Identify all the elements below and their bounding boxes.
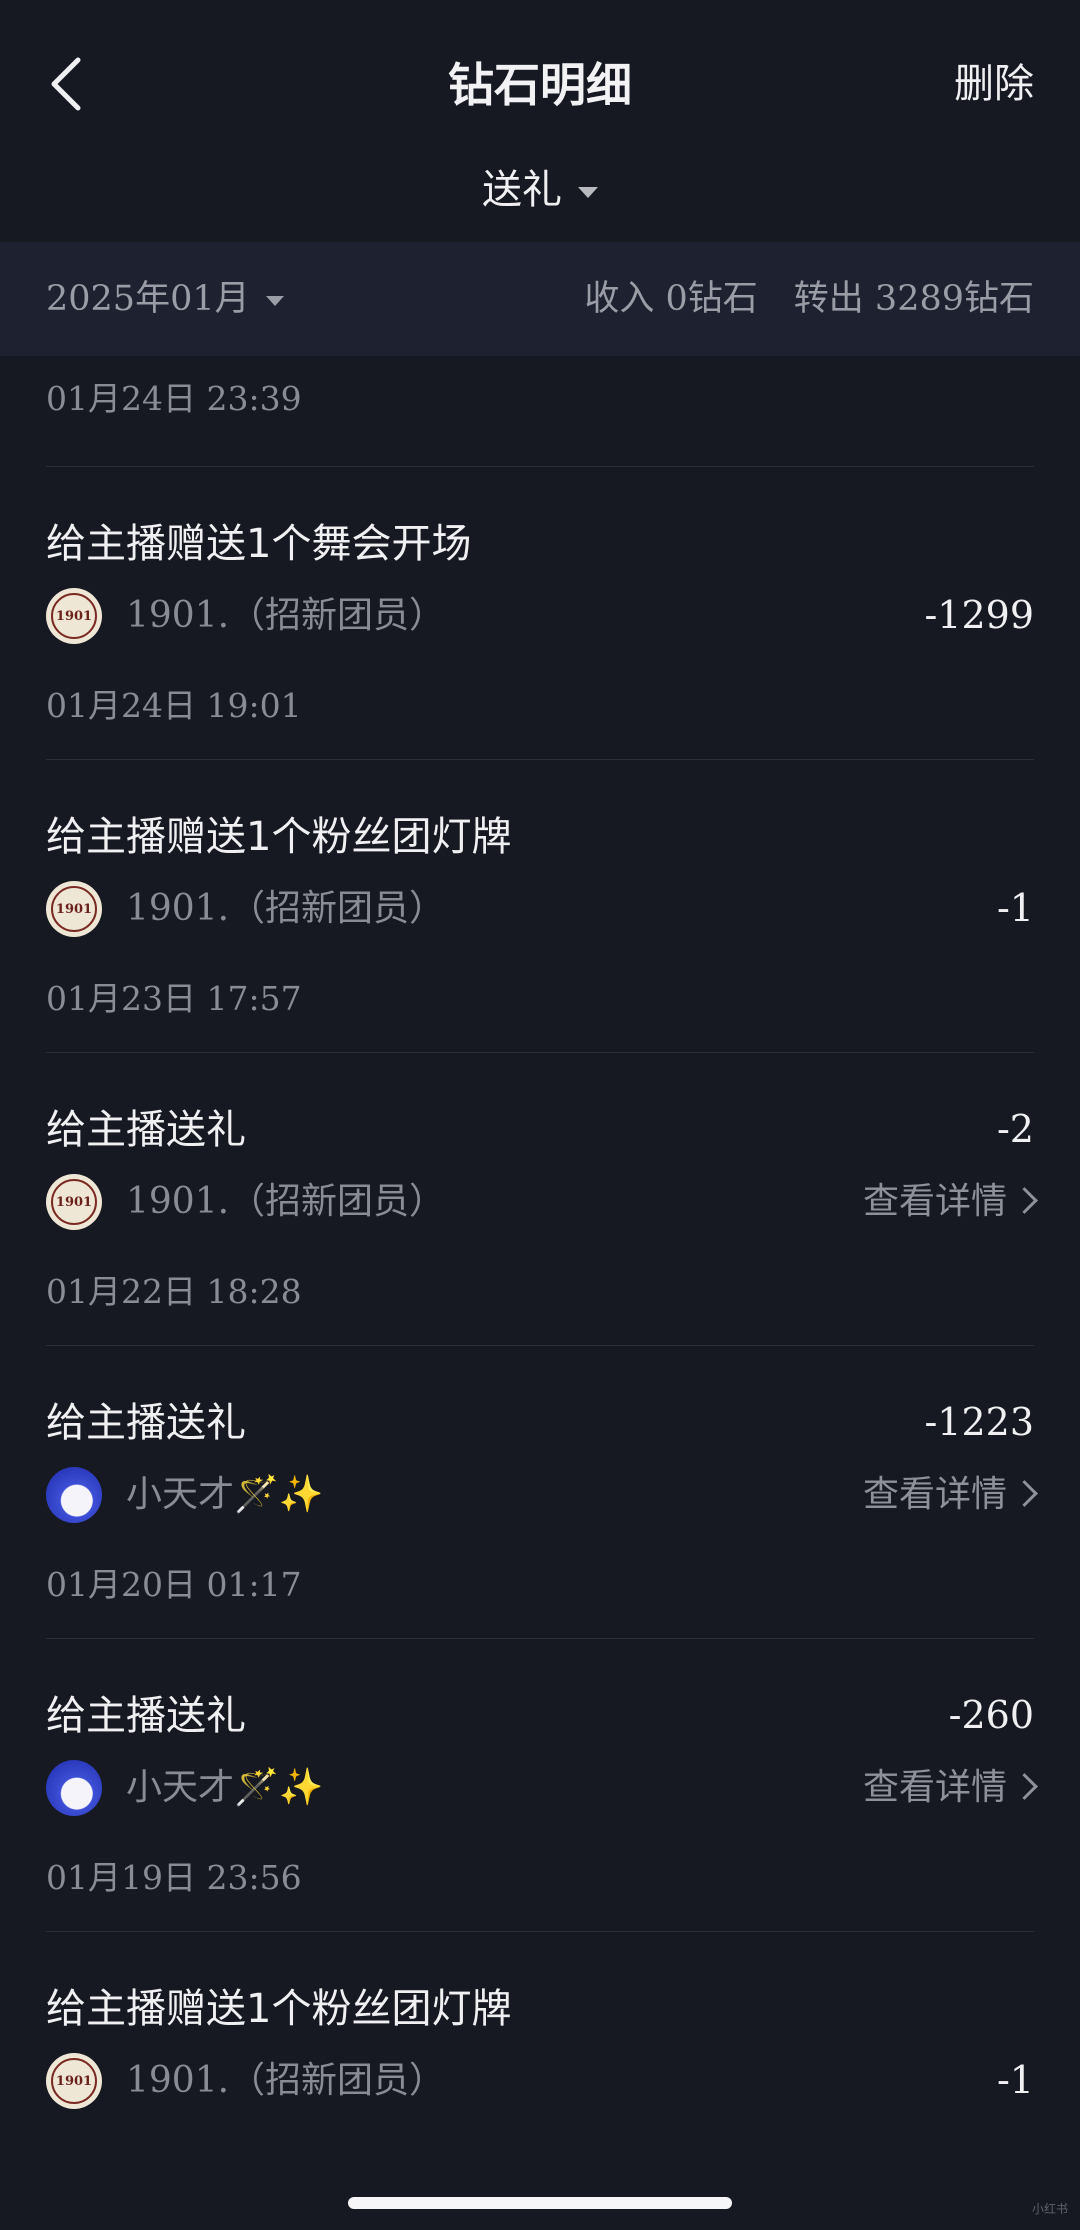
transaction-amount: -1 xyxy=(996,886,1034,930)
transaction-amount: -1223 xyxy=(924,1400,1034,1444)
blue-avatar xyxy=(46,1760,102,1816)
transaction-title: 给主播赠送1个粉丝团灯牌 xyxy=(46,814,512,860)
user-name: 1901.（招新团员） xyxy=(126,888,446,929)
seal-avatar: 1901 xyxy=(46,881,102,937)
transaction-item[interactable]: 给主播送礼 -2 1901 1901.（招新团员） 查看详情 01月22日 18… xyxy=(0,1053,1080,1345)
dropdown-arrow-icon xyxy=(578,186,598,198)
seal-avatar: 1901 xyxy=(46,588,102,644)
seal-avatar: 1901 xyxy=(46,2053,102,2109)
transaction-item[interactable]: 给主播赠送1个舞会开场 1901 1901.（招新团员） -1299 01月24… xyxy=(0,467,1080,759)
chevron-right-icon xyxy=(1011,1479,1038,1507)
view-details-label: 查看详情 xyxy=(862,1767,1007,1808)
chevron-right-icon xyxy=(1011,1186,1038,1214)
transaction-date: 01月19日 23:56 xyxy=(46,1858,302,1897)
user-name: 1901.（招新团员） xyxy=(126,2060,446,2101)
view-details-link[interactable]: 查看详情 xyxy=(862,1468,1038,1522)
home-indicator[interactable] xyxy=(348,2197,732,2209)
view-details-link[interactable]: 查看详情 xyxy=(862,1175,1038,1229)
transaction-amount: -1299 xyxy=(924,593,1034,637)
seal-avatar-icon: 1901 xyxy=(51,1179,97,1225)
month-summary-bar: 2025年01月 收入 0钻石 转出 3289钻石 xyxy=(0,242,1080,356)
transaction-date: 01月23日 17:57 xyxy=(46,979,302,1018)
seal-avatar-icon: 1901 xyxy=(51,2058,97,2104)
transaction-amount: -1 xyxy=(996,2058,1034,2102)
user-name: 小天才🪄✨ xyxy=(126,1474,324,1515)
transaction-date: 01月20日 01:17 xyxy=(46,1565,302,1604)
seal-avatar: 1901 xyxy=(46,1174,102,1230)
user-name: 小天才🪄✨ xyxy=(126,1767,324,1808)
transaction-title: 给主播赠送1个舞会开场 xyxy=(46,521,472,567)
view-details-link[interactable]: 查看详情 xyxy=(862,1761,1038,1815)
transaction-title: 给主播送礼 xyxy=(46,1693,246,1739)
view-details-label: 查看详情 xyxy=(862,1181,1007,1222)
seal-avatar-icon: 1901 xyxy=(51,886,97,932)
transaction-item[interactable]: 给主播送礼 -260 小天才🪄✨ 查看详情 01月19日 23:56 xyxy=(0,1639,1080,1931)
transaction-item[interactable]: 给主播赠送1个粉丝团灯牌 1901 1901.（招新团员） -1 01月23日 … xyxy=(0,760,1080,1052)
outgoing-total: 转出 3289钻石 xyxy=(793,279,1034,319)
user-name: 1901.（招新团员） xyxy=(126,1181,446,1222)
month-label: 2025年01月 xyxy=(46,279,250,319)
totals: 收入 0钻石 转出 3289钻石 xyxy=(584,272,1034,326)
transaction-title: 给主播赠送1个粉丝团灯牌 xyxy=(46,1986,512,2032)
transaction-item[interactable]: 给主播送礼 -1223 小天才🪄✨ 查看详情 01月20日 01:17 xyxy=(0,1346,1080,1638)
chevron-right-icon xyxy=(1011,1772,1038,1800)
watermark: 小红书 xyxy=(1031,2202,1068,2216)
page-title: 钻石明细 xyxy=(448,58,632,112)
view-details-label: 查看详情 xyxy=(862,1474,1007,1515)
transaction-amount: -2 xyxy=(996,1107,1034,1151)
transaction-title: 给主播送礼 xyxy=(46,1107,246,1153)
transaction-amount: -260 xyxy=(948,1693,1034,1737)
transaction-date: 01月22日 18:28 xyxy=(46,1272,302,1311)
income-total: 收入 0钻石 xyxy=(584,279,758,319)
transaction-date: 01月24日 19:01 xyxy=(46,686,302,725)
delete-button[interactable]: 删除 xyxy=(954,56,1034,112)
top-bar: 钻石明细 删除 送礼 xyxy=(0,0,1080,242)
filter-label: 送礼 xyxy=(482,167,562,213)
transaction-item[interactable]: 给主播赠送1个粉丝团灯牌 1901 1901.（招新团员） -1 xyxy=(0,1932,1080,2224)
blue-avatar xyxy=(46,1467,102,1523)
user-name: 1901.（招新团员） xyxy=(126,595,446,636)
seal-avatar-icon: 1901 xyxy=(51,593,97,639)
transaction-title: 给主播送礼 xyxy=(46,1400,246,1446)
transaction-date: 01月24日 23:39 xyxy=(46,379,302,418)
month-selector[interactable]: 2025年01月 xyxy=(46,272,284,326)
dropdown-arrow-icon xyxy=(265,295,284,306)
gift-filter-dropdown[interactable]: 送礼 xyxy=(0,162,1080,218)
